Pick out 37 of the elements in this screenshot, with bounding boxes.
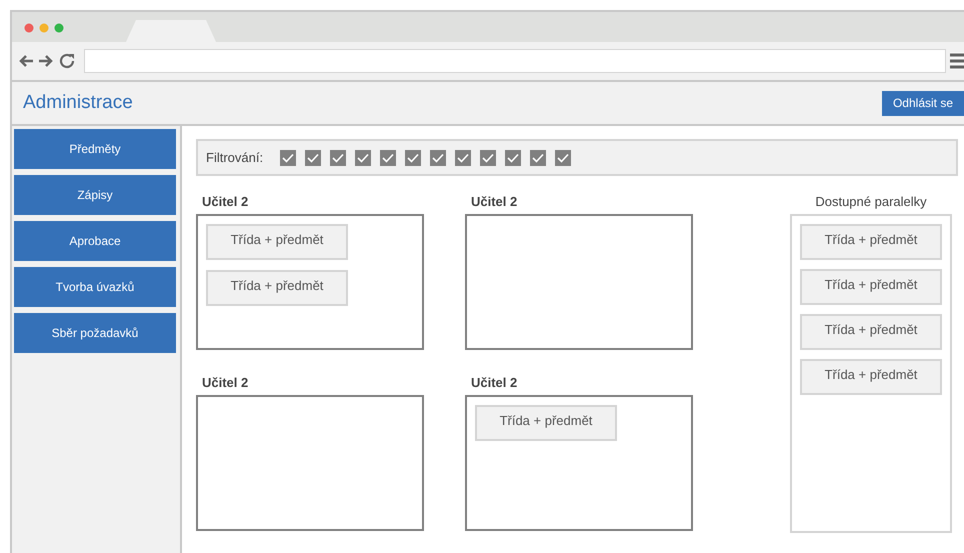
sidebar-item[interactable]: Tvorba úvazků	[14, 267, 176, 307]
filter-checkbox[interactable]	[555, 150, 572, 166]
back-icon[interactable]	[18, 54, 34, 68]
app-title: Administrace	[22, 92, 133, 114]
class-subject-card[interactable]: Třída + předmět	[475, 404, 617, 440]
filter-checkbox[interactable]	[330, 150, 346, 166]
sidebar-item[interactable]: Aprobace	[14, 221, 176, 261]
teacher-name: Učitel 2	[201, 193, 250, 209]
teacher-name: Učitel 2	[470, 193, 518, 209]
filter-checkbox[interactable]	[305, 150, 322, 166]
filter-label: Filtrování:	[206, 150, 264, 165]
class-subject-card[interactable]: Třída + předmět	[206, 270, 348, 306]
class-subject-card[interactable]: Třída + předmět	[800, 224, 942, 260]
available-title: Dostupné paralelky	[815, 193, 927, 209]
reload-icon[interactable]	[58, 52, 76, 70]
sidebar-item[interactable]: Zápisy	[14, 175, 176, 215]
sidebar-item[interactable]: Sběr požadavků	[14, 313, 176, 353]
teacher-name: Učitel 2	[201, 374, 250, 390]
filter-checkbox[interactable]	[430, 150, 446, 166]
filter-checkbox[interactable]	[355, 150, 372, 166]
filter-checkbox[interactable]	[530, 150, 546, 166]
filter-checkbox[interactable]	[455, 150, 472, 166]
filter-checkbox[interactable]	[480, 150, 496, 166]
class-subject-card[interactable]: Třída + předmět	[800, 269, 942, 305]
menu-icon[interactable]	[950, 52, 964, 70]
forward-icon[interactable]	[38, 54, 54, 68]
class-subject-card[interactable]: Třída + předmět	[206, 224, 348, 260]
filter-checkbox[interactable]	[380, 150, 396, 166]
filter-checkbox[interactable]	[280, 150, 296, 166]
class-subject-card[interactable]: Třída + předmět	[800, 359, 942, 395]
address-field[interactable]	[84, 49, 946, 73]
teacher-name: Učitel 2	[470, 374, 518, 390]
sidebar-item[interactable]: Předměty	[14, 129, 176, 169]
filter-checkbox[interactable]	[405, 150, 422, 166]
logout-button[interactable]: Odhlásit se	[882, 90, 964, 116]
filter-checkbox[interactable]	[505, 150, 522, 166]
class-subject-card[interactable]: Třída + předmět	[800, 314, 942, 350]
